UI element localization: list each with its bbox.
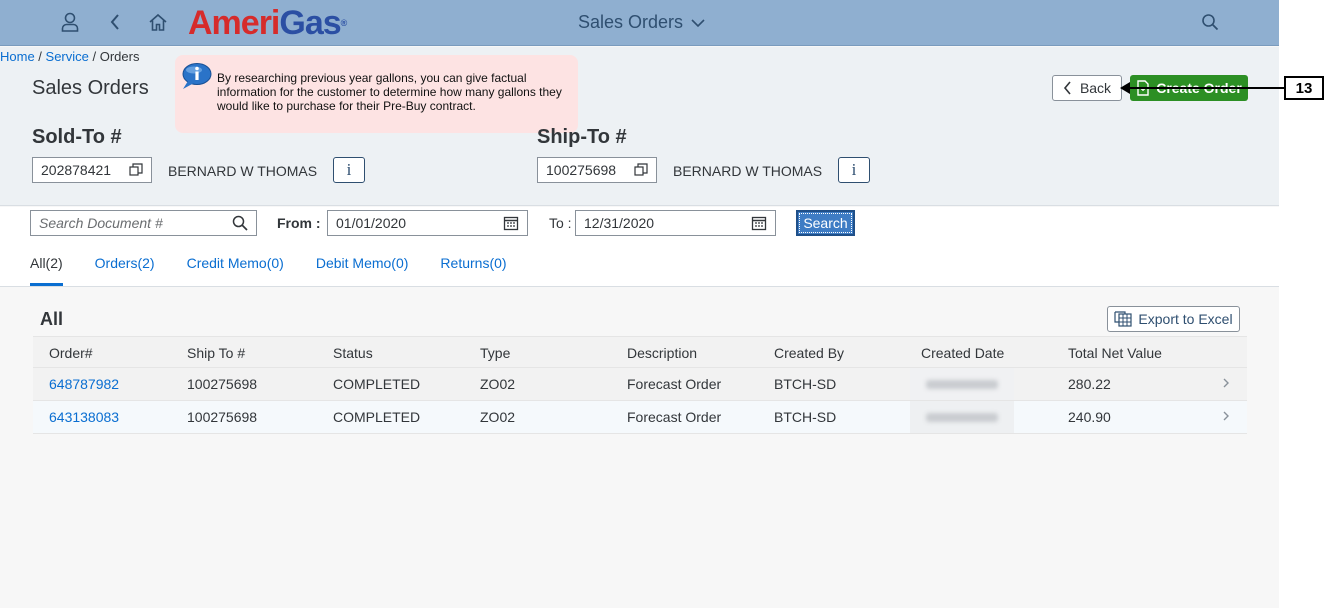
home-icon[interactable] xyxy=(146,10,170,34)
search-document-input[interactable]: Search Document # xyxy=(30,210,257,236)
page-title: Sales Orders xyxy=(32,77,149,99)
ship-to-cell: 100275698 xyxy=(187,409,258,425)
type-cell: ZO02 xyxy=(480,409,516,425)
column-header[interactable]: Created By xyxy=(774,345,844,361)
info-tooltip: By researching previous year gallons, yo… xyxy=(175,55,578,133)
from-date-field[interactable]: 01/01/2020 xyxy=(327,210,528,236)
description-cell: Forecast Order xyxy=(627,409,722,425)
chevron-right-icon[interactable] xyxy=(1222,409,1230,425)
copy-icon[interactable] xyxy=(129,163,143,177)
callout-line xyxy=(1124,87,1284,89)
column-header[interactable]: Description xyxy=(627,345,697,361)
shell-title: Sales Orders xyxy=(578,12,684,32)
back-arrow-icon[interactable] xyxy=(103,10,127,34)
to-label: To : xyxy=(549,215,572,231)
type-cell: ZO02 xyxy=(480,376,516,392)
created-date-cell-redacted xyxy=(910,401,1014,433)
sold-to-info-button[interactable]: i xyxy=(333,157,365,183)
sold-to-name: BERNARD W THOMAS xyxy=(168,163,318,179)
ship-to-label: Ship-To # xyxy=(537,126,627,148)
chevron-down-icon xyxy=(691,18,705,27)
sold-to-id-field[interactable]: 202878421 xyxy=(32,157,152,183)
table-title: All xyxy=(40,309,64,329)
shell-bar: AmeriGas® Sales Orders xyxy=(0,0,1279,46)
breadcrumb-service[interactable]: Service xyxy=(46,49,89,64)
calendar-icon[interactable] xyxy=(751,215,767,231)
description-cell: Forecast Order xyxy=(627,376,722,392)
created-date-cell-redacted xyxy=(910,368,1014,400)
callout-number-badge: 13 xyxy=(1284,76,1324,100)
sold-to-label: Sold-To # xyxy=(32,126,122,148)
breadcrumb-current: Orders xyxy=(99,49,140,64)
search-button[interactable]: Search xyxy=(796,210,855,236)
total-net-value-cell: 280.22 xyxy=(1068,376,1111,392)
from-label: From : xyxy=(277,215,321,231)
spreadsheet-icon xyxy=(1114,311,1133,327)
status-cell: COMPLETED xyxy=(333,376,421,392)
app-root: AmeriGas® Sales Orders Home / Service / … xyxy=(0,0,1279,608)
copy-icon[interactable] xyxy=(634,163,648,177)
filter-bar: Search Document # From : 01/01/2020 To :… xyxy=(0,207,1279,287)
search-icon[interactable] xyxy=(1198,10,1222,34)
order-number-link[interactable]: 648787982 xyxy=(49,376,119,392)
table-header-row: Order# Ship To # Status Type Description… xyxy=(33,336,1247,368)
created-by-cell: BTCH-SD xyxy=(774,409,837,425)
ship-to-cell: 100275698 xyxy=(187,376,258,392)
created-by-cell: BTCH-SD xyxy=(774,376,837,392)
tab-returns[interactable]: Returns(0) xyxy=(440,255,506,286)
breadcrumb-home[interactable]: Home xyxy=(0,49,35,64)
table-row[interactable]: 648787982 100275698 COMPLETED ZO02 Forec… xyxy=(33,368,1247,401)
search-icon[interactable] xyxy=(232,215,248,231)
status-cell: COMPLETED xyxy=(333,409,421,425)
amerigas-logo: AmeriGas® xyxy=(188,4,348,42)
calendar-icon[interactable] xyxy=(503,215,519,231)
ship-to-id-field[interactable]: 100275698 xyxy=(537,157,657,183)
orders-table: Order# Ship To # Status Type Description… xyxy=(33,336,1247,434)
export-to-excel-button[interactable]: Export to Excel xyxy=(1107,306,1240,332)
column-header[interactable]: Ship To # xyxy=(187,345,245,361)
back-button[interactable]: Back xyxy=(1052,75,1122,101)
column-header[interactable]: Created Date xyxy=(921,345,1004,361)
ship-to-info-button[interactable]: i xyxy=(838,157,870,183)
column-header[interactable]: Order# xyxy=(49,345,93,361)
tab-bar: All(2) Orders(2) Credit Memo(0) Debit Me… xyxy=(30,255,507,286)
tab-credit-memo[interactable]: Credit Memo(0) xyxy=(187,255,284,286)
to-date-field[interactable]: 12/31/2020 xyxy=(575,210,776,236)
info-bubble-icon xyxy=(182,63,212,89)
ship-to-name: BERNARD W THOMAS xyxy=(673,163,823,179)
object-header: Home / Service / Orders Sales Orders By … xyxy=(0,47,1279,206)
chevron-right-icon[interactable] xyxy=(1222,376,1230,392)
column-header[interactable]: Type xyxy=(480,345,510,361)
tab-orders[interactable]: Orders(2) xyxy=(95,255,155,286)
chevron-left-icon xyxy=(1063,81,1071,95)
tab-all[interactable]: All(2) xyxy=(30,255,63,286)
callout-arrow-icon xyxy=(1120,82,1130,94)
breadcrumb: Home / Service / Orders xyxy=(0,49,140,64)
user-icon[interactable] xyxy=(58,10,82,34)
column-header[interactable]: Status xyxy=(333,345,373,361)
shell-title-dropdown[interactable]: Sales Orders xyxy=(578,12,705,33)
column-header[interactable]: Total Net Value xyxy=(1068,345,1162,361)
table-row[interactable]: 643138083 100275698 COMPLETED ZO02 Forec… xyxy=(33,401,1247,434)
tab-debit-memo[interactable]: Debit Memo(0) xyxy=(316,255,409,286)
tooltip-text: By researching previous year gallons, yo… xyxy=(217,71,562,113)
total-net-value-cell: 240.90 xyxy=(1068,409,1111,425)
order-number-link[interactable]: 643138083 xyxy=(49,409,119,425)
